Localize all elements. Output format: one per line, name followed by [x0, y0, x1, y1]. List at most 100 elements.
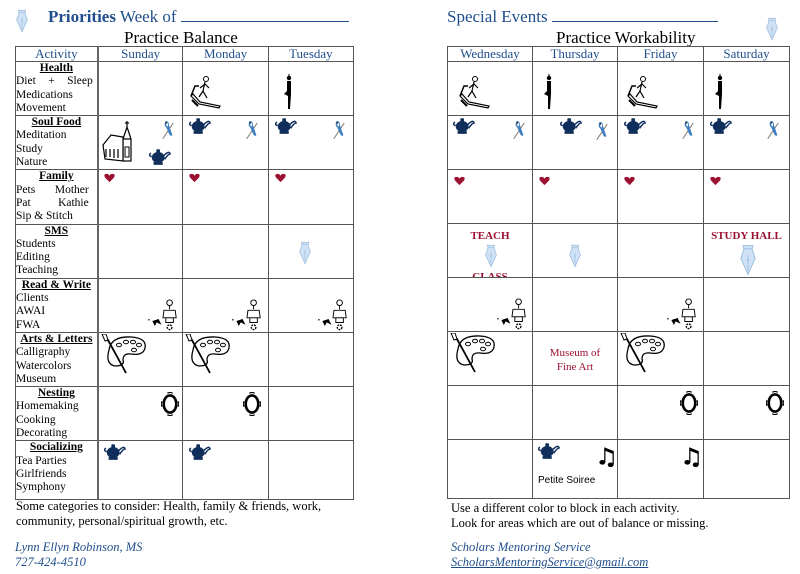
petite-soiree-label: Petite Soiree — [538, 475, 596, 486]
table-row — [447, 61, 790, 116]
cell-read-write-wednesday[interactable] — [447, 277, 533, 332]
cell-nesting-thursday[interactable] — [532, 385, 618, 440]
cell-nesting-wednesday[interactable] — [447, 385, 533, 440]
cell-read-write-friday[interactable] — [617, 277, 704, 332]
cell-nesting-tuesday[interactable] — [267, 386, 355, 442]
cell-family-saturday[interactable] — [703, 169, 790, 224]
column-header-sunday: Sunday — [96, 46, 184, 62]
cell-arts-letters-thursday[interactable]: Museum of Fine Art — [532, 331, 618, 386]
category-label: Read & Write — [21, 278, 91, 291]
cell-family-tuesday[interactable] — [267, 169, 355, 225]
cell-family-sunday[interactable] — [96, 169, 184, 225]
museum-label-line2: Fine Art — [556, 361, 594, 373]
right-signature-name: Scholars Mentoring Service — [451, 540, 591, 554]
cell-health-wednesday[interactable] — [447, 61, 533, 116]
activity-line: Students — [16, 237, 56, 250]
left-signature-phone: 727-424-4510 — [15, 555, 86, 569]
cell-soul-food-monday[interactable] — [182, 115, 269, 171]
cell-health-friday[interactable] — [617, 61, 704, 116]
teapot-icon — [710, 117, 732, 136]
activity-arts-letters: Arts & Letters Calligraphy Watercolors M… — [14, 331, 99, 388]
cell-sms-tuesday[interactable] — [267, 223, 355, 279]
activity-line: Medications — [16, 88, 73, 101]
right-note-line2: Look for areas which are out of balance … — [451, 516, 709, 530]
cell-socializing-friday[interactable] — [617, 439, 704, 499]
table-row: Petite Soiree — [447, 439, 790, 499]
cell-family-monday[interactable] — [182, 169, 269, 225]
cell-soul-food-sunday[interactable] — [96, 115, 184, 171]
cell-family-wednesday[interactable] — [447, 169, 533, 224]
writing-desk-icon — [666, 298, 698, 330]
heart-icon — [454, 176, 465, 186]
cell-socializing-sunday[interactable] — [96, 440, 184, 501]
cell-arts-letters-friday[interactable] — [617, 331, 704, 386]
cell-read-write-saturday[interactable] — [703, 277, 790, 332]
cell-arts-letters-saturday[interactable] — [703, 331, 790, 386]
cell-arts-letters-wednesday[interactable] — [447, 331, 533, 386]
column-header-thursday: Thursday — [532, 46, 618, 62]
cell-arts-letters-sunday[interactable] — [96, 331, 184, 388]
cell-arts-letters-monday[interactable] — [182, 331, 269, 388]
cell-sms-wednesday[interactable]: TEACH CLASS — [447, 223, 533, 278]
writing-desk-icon — [147, 299, 179, 331]
cell-nesting-sunday[interactable] — [96, 386, 184, 442]
cell-socializing-tuesday[interactable] — [267, 440, 355, 501]
cell-health-sunday[interactable] — [96, 60, 184, 117]
cell-read-write-tuesday[interactable] — [267, 277, 355, 333]
cell-sms-saturday[interactable]: STUDY HALL — [703, 223, 790, 278]
cell-soul-food-tuesday[interactable] — [267, 115, 355, 171]
cell-sms-monday[interactable] — [182, 223, 269, 279]
category-label: Socializing — [29, 441, 83, 454]
writing-desk-icon — [496, 298, 528, 330]
cell-socializing-wednesday[interactable] — [447, 439, 533, 499]
cell-sms-sunday[interactable] — [96, 223, 184, 279]
cell-read-write-monday[interactable] — [182, 277, 269, 333]
cell-socializing-monday[interactable] — [182, 440, 269, 501]
cell-nesting-saturday[interactable] — [703, 385, 790, 440]
ornate-mirror-icon — [680, 391, 698, 415]
cell-read-write-sunday[interactable] — [96, 277, 184, 333]
cell-family-thursday[interactable] — [532, 169, 618, 224]
bluejay-icon — [332, 119, 346, 141]
cell-health-saturday[interactable] — [703, 61, 790, 116]
heart-icon — [104, 173, 115, 183]
cell-health-thursday[interactable] — [532, 61, 618, 116]
teach-label: TEACH — [470, 230, 510, 242]
cell-soul-food-saturday[interactable] — [703, 115, 790, 170]
right-subtitle: Practice Workability — [556, 28, 696, 47]
bluejay-icon — [161, 119, 175, 141]
ornate-mirror-icon — [161, 392, 179, 416]
right-planner-table: Wednesday Thursday Friday Saturday TEACH… — [447, 46, 790, 499]
right-signature-email[interactable]: ScholarsMentoringService@gmail.com — [451, 555, 648, 570]
cell-read-write-thursday[interactable] — [532, 277, 618, 332]
cell-family-friday[interactable] — [617, 169, 704, 224]
activity-nesting: Nesting Homemaking Cooking Decorating — [14, 386, 99, 442]
teapot-icon — [453, 117, 475, 136]
table-row — [447, 115, 790, 170]
cell-health-monday[interactable] — [182, 60, 269, 117]
cell-nesting-friday[interactable] — [617, 385, 704, 440]
category-label: Nesting — [37, 387, 75, 400]
cell-socializing-thursday[interactable]: Petite Soiree — [532, 439, 618, 499]
email-link[interactable]: ScholarsMentoringService@gmail.com — [451, 555, 648, 569]
teapot-icon — [189, 117, 211, 136]
table-row: Arts & Letters Calligraphy Watercolors M… — [14, 331, 355, 388]
table-row: Socializing Tea Parties Girlfriends Symp… — [14, 440, 355, 501]
cell-sms-thursday[interactable] — [532, 223, 618, 278]
pen-nib-icon — [16, 5, 28, 37]
title-bold: Priorities — [48, 7, 116, 26]
cell-sms-friday[interactable] — [617, 223, 704, 278]
cell-socializing-saturday[interactable] — [703, 439, 790, 499]
special-events-blank[interactable] — [551, 21, 718, 22]
ornate-mirror-icon — [243, 392, 261, 416]
activity-line: Study — [16, 142, 43, 155]
week-of-blank[interactable] — [180, 21, 349, 22]
table-row — [447, 277, 790, 332]
cell-arts-letters-tuesday[interactable] — [267, 331, 355, 388]
cell-nesting-monday[interactable] — [182, 386, 269, 442]
cell-soul-food-wednesday[interactable] — [447, 115, 533, 170]
cell-health-tuesday[interactable] — [267, 60, 355, 117]
cell-soul-food-thursday[interactable] — [532, 115, 618, 170]
cell-soul-food-friday[interactable] — [617, 115, 704, 170]
activity-line: Calligraphy — [16, 346, 71, 359]
